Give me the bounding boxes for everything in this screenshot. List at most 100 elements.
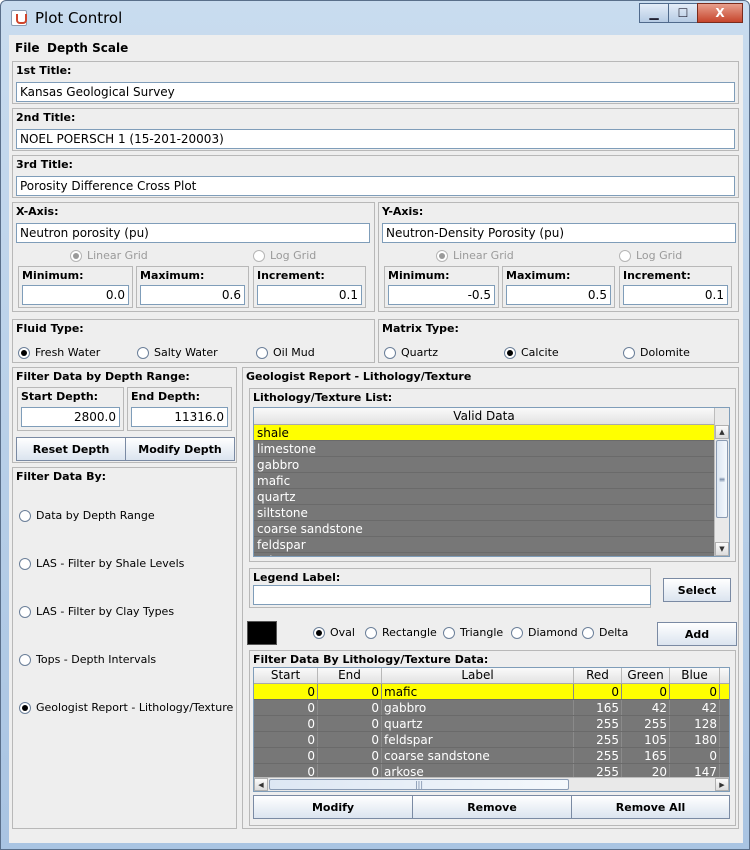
modify-depth-button[interactable]: Modify Depth	[125, 437, 235, 461]
list-item[interactable]: arkose	[254, 553, 714, 556]
y-axis-name-input[interactable]: Neutron-Density Porosity (pu)	[382, 223, 736, 243]
table-row[interactable]: 0 0 quartz 255 255 128	[254, 716, 729, 732]
list-vertical-scrollbar[interactable]: ▲ ≡ ▼	[714, 408, 729, 556]
filter-shale-levels-radio[interactable]: LAS - Filter by Shale Levels	[19, 557, 184, 570]
table-horizontal-scrollbar[interactable]: ◀ ||| ▶	[254, 777, 729, 791]
table-cell: 42	[622, 700, 670, 715]
add-button[interactable]: Add	[657, 622, 737, 646]
menu-file[interactable]: File	[15, 41, 40, 55]
table-row[interactable]: 0 0 mafic 0 0 0	[254, 684, 729, 700]
fluid-fresh-water-radio[interactable]: Fresh Water	[18, 346, 100, 359]
x-increment-group: Increment: 0.1	[253, 266, 366, 308]
shape-diamond-radio[interactable]: Diamond	[511, 626, 578, 639]
title-2-input[interactable]: NOEL POERSCH 1 (15-201-20003)	[16, 129, 735, 149]
client-area: File Depth Scale 1st Title: Kansas Geolo…	[9, 35, 743, 843]
x-log-grid-radio[interactable]: Log Grid	[253, 249, 316, 262]
shape-oval-radio[interactable]: Oval	[313, 626, 355, 639]
start-depth-group: Start Depth: 2800.0	[17, 387, 124, 431]
lithology-data-group: Filter Data By Lithology/Texture Data: S…	[249, 650, 736, 826]
scroll-up-icon[interactable]: ▲	[715, 425, 729, 439]
x-linear-grid-radio[interactable]: Linear Grid	[70, 249, 148, 262]
title-2-label: 2nd Title:	[16, 111, 76, 124]
list-item[interactable]: feldspar	[254, 537, 714, 553]
y-minimum-input[interactable]: -0.5	[388, 285, 495, 305]
list-item[interactable]: quartz	[254, 489, 714, 505]
maximize-button[interactable]: ☐	[668, 3, 698, 23]
remove-all-button[interactable]: Remove All	[571, 795, 730, 819]
matrix-calcite-radio[interactable]: Calcite	[504, 346, 559, 359]
x-maximum-input[interactable]: 0.6	[140, 285, 245, 305]
remove-button[interactable]: Remove	[412, 795, 572, 819]
list-item[interactable]: shale	[254, 425, 714, 441]
y-increment-input[interactable]: 0.1	[623, 285, 728, 305]
list-item[interactable]: limestone	[254, 441, 714, 457]
x-axis-name-input[interactable]: Neutron porosity (pu)	[16, 223, 370, 243]
list-item[interactable]: siltstone	[254, 505, 714, 521]
matrix-dolomite-radio[interactable]: Dolomite	[623, 346, 690, 359]
scroll-down-icon[interactable]: ▼	[715, 542, 729, 556]
filter-tops-intervals-radio[interactable]: Tops - Depth Intervals	[19, 653, 156, 666]
depth-range-group: Filter Data by Depth Range: Start Depth:…	[12, 367, 237, 463]
fluid-oil-mud-radio[interactable]: Oil Mud	[256, 346, 315, 359]
list-item[interactable]: gabbro	[254, 457, 714, 473]
title-1-group: 1st Title: Kansas Geological Survey	[12, 61, 739, 104]
title-bar[interactable]: Plot Control ▁ ☐ X	[1, 1, 749, 35]
filter-clay-types-radio[interactable]: LAS - Filter by Clay Types	[19, 605, 174, 618]
window-title: Plot Control	[35, 9, 123, 27]
menu-depth-scale[interactable]: Depth Scale	[47, 41, 128, 55]
close-button[interactable]: X	[697, 3, 743, 23]
color-swatch[interactable]	[247, 621, 277, 645]
lithology-data-table[interactable]: Start End Label Red Green Blue 0 0 mafic 0 0…	[253, 667, 730, 792]
table-cell: 255	[574, 732, 622, 747]
table-cell: 255	[574, 716, 622, 731]
table-cell: 255	[574, 748, 622, 763]
filter-geologist-report-radio[interactable]: Geologist Report - Lithology/Texture	[19, 701, 233, 714]
lithology-list[interactable]: Valid Data shale limestone gabbro mafic quar…	[253, 407, 730, 557]
shape-delta-radio[interactable]: Delta	[582, 626, 628, 639]
scroll-right-icon[interactable]: ▶	[715, 778, 729, 791]
list-item[interactable]: mafic	[254, 473, 714, 489]
shape-rectangle-radio[interactable]: Rectangle	[365, 626, 437, 639]
table-cell: 0	[670, 684, 720, 699]
matrix-type-group: Matrix Type: Quartz Calcite Dolomite	[378, 319, 739, 363]
modify-button[interactable]: Modify	[253, 795, 413, 819]
table-cell: 0	[318, 700, 382, 715]
list-item[interactable]: coarse sandstone	[254, 521, 714, 537]
select-button[interactable]: Select	[663, 578, 731, 602]
filter-depth-range-radio[interactable]: Data by Depth Range	[19, 509, 155, 522]
table-cell: 128	[670, 716, 720, 731]
table-cell: 0	[574, 684, 622, 699]
x-axis-group: X-Axis: Neutron porosity (pu) Linear Gri…	[12, 202, 375, 312]
table-cell: feldspar	[382, 732, 574, 747]
y-minimum-group: Minimum: -0.5	[384, 266, 499, 308]
y-log-grid-radio[interactable]: Log Grid	[619, 249, 682, 262]
geologist-report-group: Geologist Report - Lithology/Texture Lit…	[242, 367, 739, 829]
table-cell: 0	[254, 732, 318, 747]
end-depth-input[interactable]: 11316.0	[131, 407, 228, 427]
x-increment-input[interactable]: 0.1	[257, 285, 362, 305]
java-app-icon	[11, 10, 27, 26]
title-3-input[interactable]: Porosity Difference Cross Plot	[16, 176, 735, 196]
y-increment-group: Increment: 0.1	[619, 266, 732, 308]
legend-label-input[interactable]	[253, 585, 651, 605]
maximize-icon: ☐	[677, 6, 689, 20]
x-minimum-input[interactable]: 0.0	[22, 285, 129, 305]
minimize-button[interactable]: ▁	[639, 3, 669, 23]
reset-depth-button[interactable]: Reset Depth	[16, 437, 126, 461]
y-linear-grid-radio[interactable]: Linear Grid	[436, 249, 514, 262]
title-1-input[interactable]: Kansas Geological Survey	[16, 82, 735, 102]
table-cell: gabbro	[382, 700, 574, 715]
start-depth-input[interactable]: 2800.0	[21, 407, 120, 427]
fluid-salty-water-radio[interactable]: Salty Water	[137, 346, 218, 359]
table-scroll-thumb[interactable]: |||	[269, 779, 569, 790]
shape-triangle-radio[interactable]: Triangle	[443, 626, 503, 639]
table-row[interactable]: 0 0 coarse sandstone 255 165 0	[254, 748, 729, 764]
scroll-thumb[interactable]: ≡	[716, 440, 728, 518]
fluid-type-group: Fluid Type: Fresh Water Salty Water Oil …	[12, 319, 375, 363]
y-maximum-input[interactable]: 0.5	[506, 285, 611, 305]
table-cell: quartz	[382, 716, 574, 731]
table-row[interactable]: 0 0 gabbro 165 42 42	[254, 700, 729, 716]
matrix-quartz-radio[interactable]: Quartz	[384, 346, 438, 359]
table-row[interactable]: 0 0 feldspar 255 105 180	[254, 732, 729, 748]
scroll-left-icon[interactable]: ◀	[254, 778, 268, 791]
